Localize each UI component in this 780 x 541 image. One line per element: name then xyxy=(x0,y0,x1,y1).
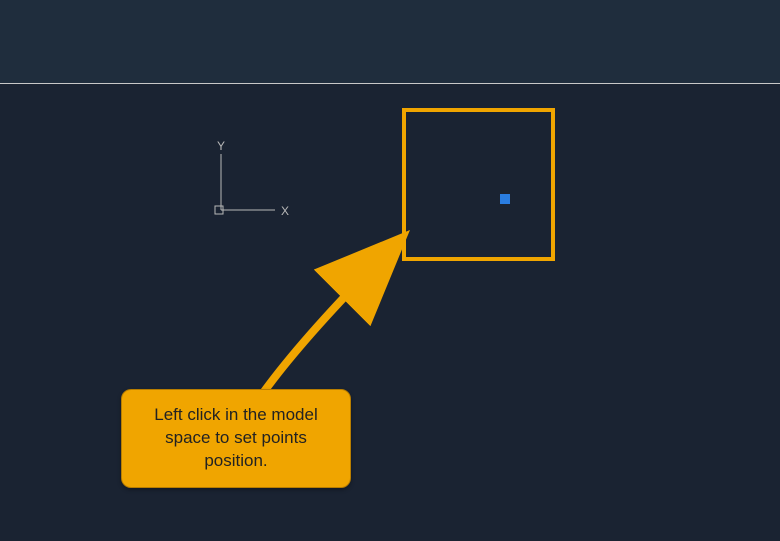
instruction-tooltip: Left click in the model space to set poi… xyxy=(121,389,351,488)
highlight-box xyxy=(402,108,555,261)
ucs-x-label: X xyxy=(281,204,289,218)
ucs-icon: X Y xyxy=(213,142,293,227)
toolbar-area xyxy=(0,0,780,84)
tooltip-text: Left click in the model space to set poi… xyxy=(154,405,317,470)
point-marker[interactable] xyxy=(500,194,510,204)
ucs-y-label: Y xyxy=(217,139,225,153)
